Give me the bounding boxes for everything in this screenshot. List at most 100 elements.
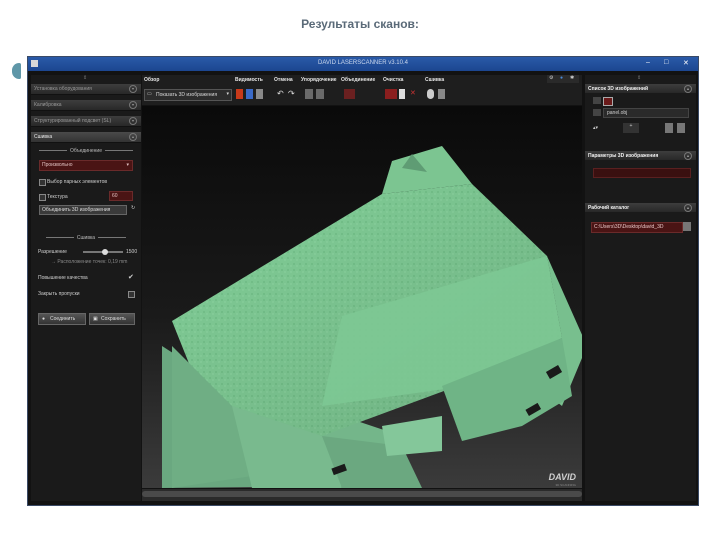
toolbar-group-arrange: Упорядочение xyxy=(301,77,337,83)
delete-icon[interactable] xyxy=(385,89,397,99)
undo-icon[interactable]: ↶ xyxy=(277,89,285,99)
section-structured-light[interactable]: Структурированный подсвет (SL) ▾ xyxy=(31,116,141,127)
combine-icon[interactable] xyxy=(344,89,355,99)
toolbar-group-cleanup: Очистка xyxy=(383,77,404,83)
folder-icon[interactable] xyxy=(683,222,691,231)
list-item[interactable]: panel.obj xyxy=(603,108,689,118)
help-icon[interactable]: ● xyxy=(560,75,563,81)
panel-grip-icon[interactable]: ⇕ xyxy=(637,75,641,81)
logo-tagline: 3D SCANNING xyxy=(555,483,576,487)
section-label: Сшивка xyxy=(34,134,53,140)
bullet-marker xyxy=(12,63,21,79)
toolbar-group-undo: Отмена xyxy=(274,77,293,83)
panel-grip-icon[interactable]: ⇕ xyxy=(83,75,87,81)
arrange-icon[interactable] xyxy=(305,89,313,99)
resolution-value: 1500 xyxy=(126,249,138,255)
chevron-down-icon: ▾ xyxy=(226,91,229,97)
texture-label: Текстура xyxy=(47,194,68,200)
stitch-save-icon[interactable] xyxy=(438,89,445,99)
section-work-dir[interactable]: Рабочий каталог ▴ xyxy=(585,203,696,212)
section-label: Структурированный подсвет (SL) xyxy=(34,118,112,124)
merge-button[interactable]: ● Соединить xyxy=(38,313,86,325)
resolution-slider[interactable] xyxy=(83,249,123,255)
collapse-icon[interactable]: ▴ xyxy=(684,204,692,212)
params-field[interactable] xyxy=(593,168,691,178)
combine-3d-button[interactable]: Объединить 3D изображения xyxy=(39,205,127,215)
texture-value-field[interactable]: 60 xyxy=(109,191,133,201)
section-label: Параметры 3D изображения xyxy=(588,153,659,159)
toolbar-group-combine: Объединение xyxy=(341,77,376,83)
section-label: Рабочий каталог xyxy=(588,205,630,211)
visibility-texture-icon[interactable] xyxy=(246,89,253,99)
pair-select-checkbox[interactable] xyxy=(39,179,46,186)
quality-checkbox[interactable]: ✔ xyxy=(128,273,134,281)
resolution-label: Разрешение xyxy=(38,249,67,255)
expand-icon[interactable]: ▾ xyxy=(129,85,137,93)
horizontal-scrollbar[interactable] xyxy=(142,489,582,501)
scanned-mesh xyxy=(162,146,582,488)
combine-mode-dropdown[interactable]: Произвольно ▾ xyxy=(39,160,133,171)
color-swatch[interactable] xyxy=(603,97,613,106)
maximize-button[interactable]: □ xyxy=(664,59,668,66)
work-dir-field[interactable]: C:\Users\3D\Desktop\david_3D xyxy=(591,222,683,233)
select-icon[interactable] xyxy=(399,89,405,99)
work-dir-path: C:\Users\3D\Desktop\david_3D xyxy=(594,224,664,230)
close-holes-checkbox[interactable] xyxy=(128,291,135,298)
pin-icon[interactable]: ✱ xyxy=(570,75,574,81)
merge-icon: ● xyxy=(42,316,46,322)
copy-icon[interactable] xyxy=(665,123,673,133)
combine-3d-label: Объединить 3D изображения xyxy=(42,207,111,213)
section-stitching[interactable]: Сшивка ▴ xyxy=(31,132,141,143)
stitch-icon[interactable] xyxy=(427,89,434,99)
combine-mode-value: Произвольно xyxy=(42,162,73,168)
section-3d-params[interactable]: Параметры 3D изображения ▴ xyxy=(585,151,696,160)
collapse-icon[interactable]: ▴ xyxy=(684,85,692,93)
section-label: Установка оборудования xyxy=(34,86,92,92)
eye-icon[interactable] xyxy=(593,109,601,116)
texture-checkbox[interactable] xyxy=(39,194,46,201)
add-icon[interactable]: + xyxy=(623,123,639,133)
stitch-header: Сшивка xyxy=(36,235,136,241)
visibility-wire-icon[interactable] xyxy=(256,89,263,99)
show-3d-label: Показать 3D изображения xyxy=(156,92,218,98)
align-icon[interactable] xyxy=(316,89,324,99)
section-label: Калибровка xyxy=(34,102,62,108)
3d-viewport[interactable]: DAVID 3D SCANNING xyxy=(142,106,582,488)
toolbar-group-overview: Обзор xyxy=(144,77,160,83)
show-3d-dropdown[interactable]: ▭ Показать 3D изображения ▾ xyxy=(144,89,232,101)
refresh-icon[interactable]: ↻ xyxy=(131,205,135,211)
save-label: Сохранить xyxy=(101,316,126,322)
texture-value: 60 xyxy=(112,193,118,199)
close-button[interactable]: ✕ xyxy=(683,59,689,67)
toolbar: Обзор Видимость Отмена Упорядочение Объе… xyxy=(142,75,582,105)
clear-icon[interactable]: ✕ xyxy=(410,89,416,99)
window-title: DAVID LASERSCANNER v3.10.4 xyxy=(318,60,408,66)
save-button[interactable]: ▣ Сохранить xyxy=(89,313,135,325)
quality-label: Повышение качества xyxy=(38,275,88,281)
slider-handle[interactable] xyxy=(102,249,108,255)
expand-icon[interactable]: ▾ xyxy=(129,101,137,109)
expand-icon[interactable]: ▾ xyxy=(129,117,137,125)
section-label: Список 3D изображений xyxy=(588,86,649,92)
merge-label: Соединить xyxy=(50,316,76,322)
trash-icon[interactable] xyxy=(677,123,685,133)
toolbar-group-stitch: Сшивка xyxy=(425,77,445,83)
scrollbar-thumb[interactable] xyxy=(142,491,582,497)
collapse-icon[interactable]: ▴ xyxy=(129,133,137,141)
redo-icon[interactable]: ↷ xyxy=(288,89,296,99)
chevron-down-icon: ▾ xyxy=(126,162,129,168)
window-titlebar[interactable]: DAVID LASERSCANNER v3.10.4 – □ ✕ xyxy=(28,57,698,71)
minimize-button[interactable]: – xyxy=(646,59,650,66)
gear-icon[interactable]: ⚙ xyxy=(549,75,553,81)
section-3d-list[interactable]: Список 3D изображений ▴ xyxy=(585,84,696,93)
move-up-icon[interactable]: ▴▾ xyxy=(593,125,598,131)
app-window: DAVID LASERSCANNER v3.10.4 – □ ✕ ⇕ Устан… xyxy=(27,56,699,506)
section-calibration[interactable]: Калибровка ▾ xyxy=(31,100,141,111)
visibility-solid-icon[interactable] xyxy=(236,89,243,99)
collapse-icon[interactable]: ▴ xyxy=(684,152,692,160)
spacing-text: → Расположение точек: 0,19 mm xyxy=(51,259,128,265)
section-hardware-setup[interactable]: Установка оборудования ▾ xyxy=(31,84,141,95)
view-options[interactable]: ⚙ ● ✱ xyxy=(547,75,579,83)
eye-icon[interactable] xyxy=(593,97,601,104)
david-logo: DAVID xyxy=(548,472,576,482)
